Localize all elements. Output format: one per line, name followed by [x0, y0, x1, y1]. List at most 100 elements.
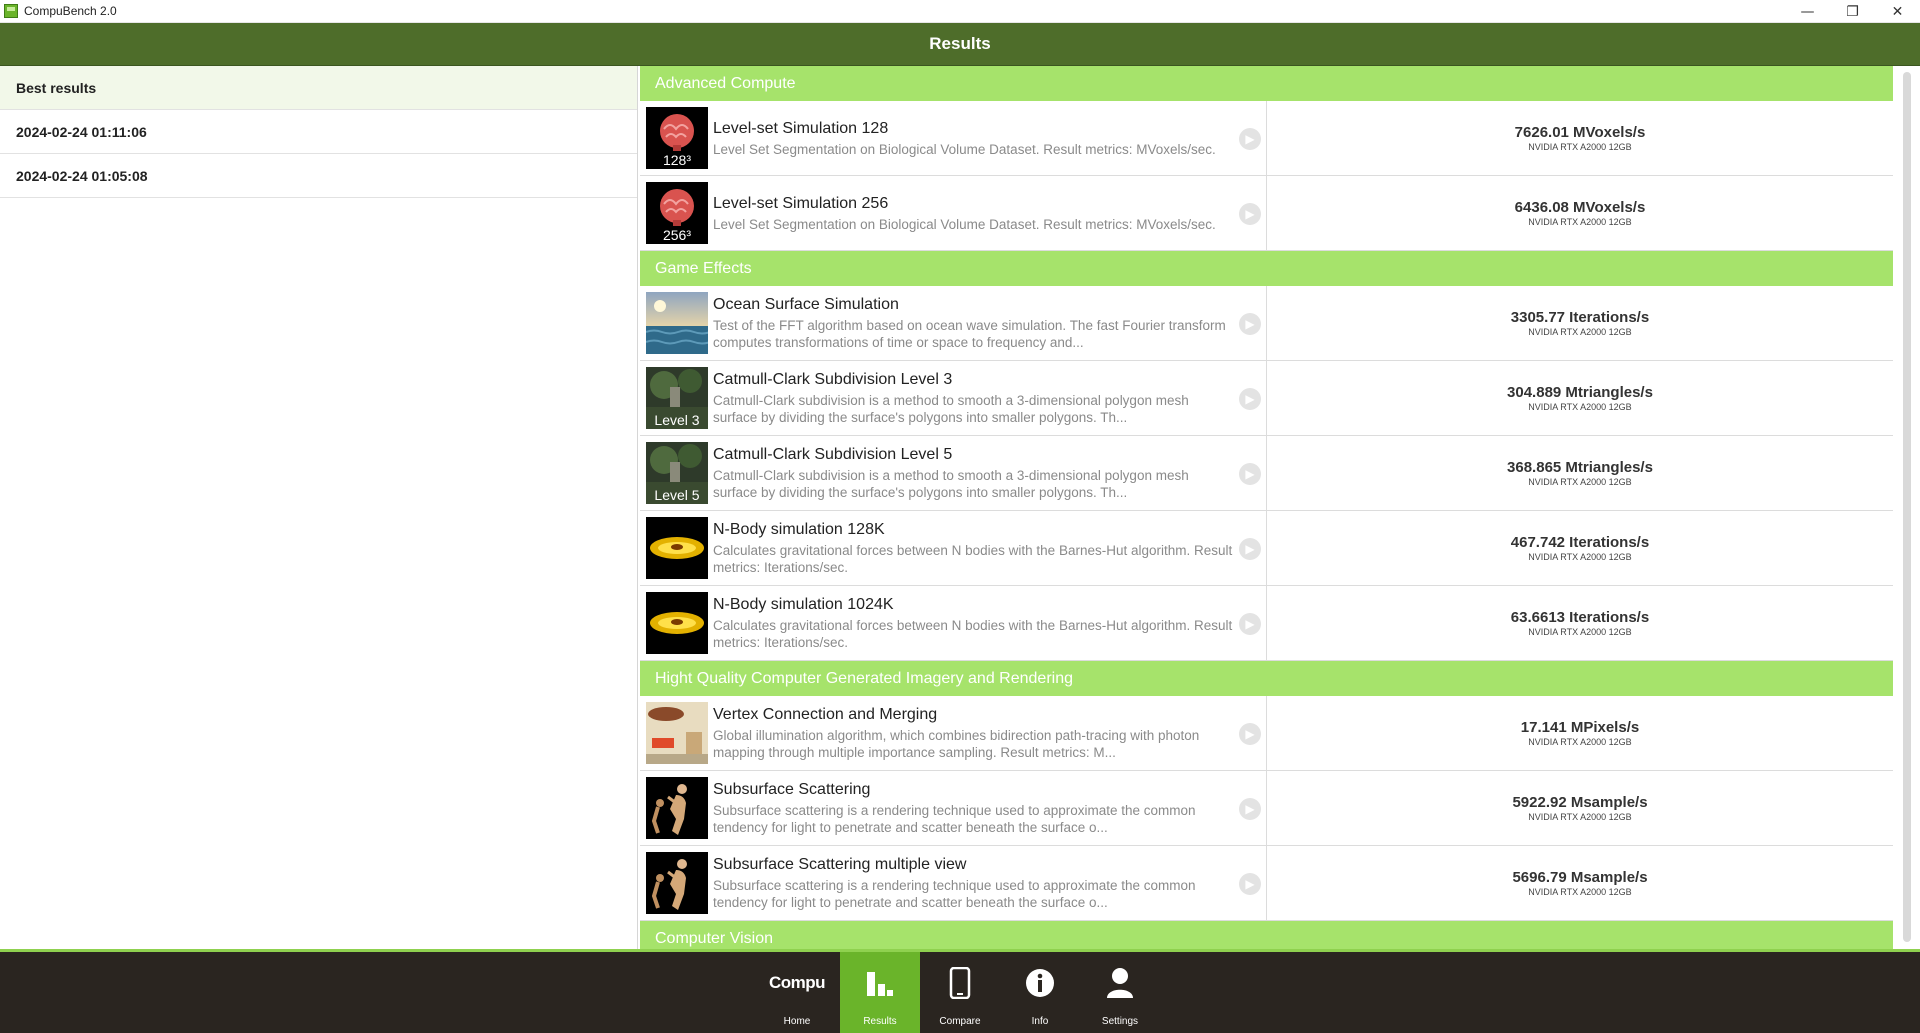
score-value: 5922.92 Msample/s [1512, 794, 1648, 811]
galaxy-icon [646, 517, 708, 579]
benchmark-description: Level Set Segmentation on Biological Vol… [713, 141, 1216, 157]
benchmark-cell: Ocean Surface Simulation Test of the FFT… [640, 286, 1267, 360]
score-cell: 304.889 Mtriangles/s NVIDIA RTX A2000 12… [1267, 361, 1893, 435]
device-name: NVIDIA RTX A2000 12GB [1528, 142, 1632, 152]
score-cell: 3305.77 Iterations/s NVIDIA RTX A2000 12… [1267, 286, 1893, 360]
result-row[interactable]: Ocean Surface Simulation Test of the FFT… [640, 286, 1893, 361]
forest-icon: Level 3 [646, 367, 708, 429]
window-titlebar: CompuBench 2.0 — ❐ ✕ [0, 0, 1920, 23]
result-row[interactable]: Level 5 Catmull-Clark Subdivision Level … [640, 436, 1893, 511]
nav-home[interactable]: Compu Home [757, 952, 837, 1033]
nav-settings-label: Settings [1101, 1016, 1139, 1027]
phone-icon [949, 966, 971, 1000]
result-row[interactable]: 256³ Level-set Simulation 256 Level Set … [640, 176, 1893, 251]
nav-info-label: Info [1031, 1016, 1049, 1027]
statue-icon [646, 777, 708, 839]
benchmark-description: Subsurface scattering is a rendering tec… [713, 803, 1196, 835]
chevron-right-icon[interactable]: ▶ [1239, 873, 1261, 895]
brain-icon: 128³ [646, 107, 708, 169]
device-name: NVIDIA RTX A2000 12GB [1528, 627, 1632, 637]
benchmark-cell: Vertex Connection and Merging Global ill… [640, 696, 1267, 770]
benchmark-info: Vertex Connection and Merging Global ill… [713, 705, 1233, 761]
benchmark-description: Subsurface scattering is a rendering tec… [713, 878, 1196, 910]
history-item[interactable]: 2024-02-24 01:05:08 [0, 154, 637, 198]
nav-settings[interactable]: Settings [1080, 952, 1160, 1033]
score-cell: 17.141 MPixels/s NVIDIA RTX A2000 12GB [1267, 696, 1893, 770]
result-row[interactable]: Level 3 Catmull-Clark Subdivision Level … [640, 361, 1893, 436]
nav-info[interactable]: Info [1000, 952, 1080, 1033]
benchmark-info: Level-set Simulation 128 Level Set Segme… [713, 119, 1233, 158]
galaxy-icon [646, 592, 708, 654]
close-button[interactable]: ✕ [1875, 0, 1920, 23]
ocean-icon [646, 292, 708, 354]
score-cell: 368.865 Mtriangles/s NVIDIA RTX A2000 12… [1267, 436, 1893, 510]
benchmark-info: Subsurface Scattering multiple view Subs… [713, 855, 1233, 911]
nav-results[interactable]: Results [840, 952, 920, 1033]
result-row[interactable]: 128³ Level-set Simulation 128 Level Set … [640, 101, 1893, 176]
benchmark-info: N-Body simulation 128K Calculates gravit… [713, 520, 1233, 576]
score-value: 3305.77 Iterations/s [1510, 309, 1650, 326]
benchmark-cell: N-Body simulation 128K Calculates gravit… [640, 511, 1267, 585]
result-row[interactable]: Subsurface Scattering Subsurface scatter… [640, 771, 1893, 846]
benchmark-description: Test of the FFT algorithm based on ocean… [713, 318, 1226, 350]
category-header: Game Effects [640, 251, 1893, 286]
benchmark-description: Calculates gravitational forces between … [713, 618, 1233, 650]
benchmark-name: Catmull-Clark Subdivision Level 5 [713, 446, 953, 463]
benchmark-name: Catmull-Clark Subdivision Level 3 [713, 371, 953, 388]
result-row[interactable]: N-Body simulation 1024K Calculates gravi… [640, 586, 1893, 661]
benchmark-cell: Level 3 Catmull-Clark Subdivision Level … [640, 361, 1267, 435]
thumb-label: 128³ [662, 152, 692, 168]
results-history-list: Best results 2024-02-24 01:11:06 2024-02… [0, 66, 638, 951]
brain-icon: 256³ [646, 182, 708, 244]
score-cell: 63.6613 Iterations/s NVIDIA RTX A2000 12… [1267, 586, 1893, 660]
minimize-button[interactable]: — [1785, 0, 1830, 23]
benchmark-info: Catmull-Clark Subdivision Level 5 Catmul… [713, 445, 1233, 501]
nav-compare[interactable]: Compare [920, 952, 1000, 1033]
score-value: 63.6613 Iterations/s [1510, 609, 1650, 626]
window-controls: — ❐ ✕ [1785, 0, 1920, 23]
scrollbar-thumb[interactable] [1903, 72, 1911, 942]
score-value: 6436.08 MVoxels/s [1514, 199, 1646, 216]
result-row[interactable]: Vertex Connection and Merging Global ill… [640, 696, 1893, 771]
info-icon [1025, 966, 1055, 1000]
forest-icon: Level 5 [646, 442, 708, 504]
thumb-label: 256³ [662, 227, 692, 243]
benchmark-description: Catmull-Clark subdivision is a method to… [713, 393, 1189, 425]
benchmark-name: Level-set Simulation 256 [713, 194, 889, 212]
score-cell: 6436.08 MVoxels/s NVIDIA RTX A2000 12GB [1267, 176, 1893, 250]
benchmark-info: Catmull-Clark Subdivision Level 3 Catmul… [713, 370, 1233, 426]
chevron-right-icon[interactable]: ▶ [1239, 613, 1261, 635]
benchmark-description: Global illumination algorithm, which com… [713, 728, 1200, 760]
benchmark-name: Ocean Surface Simulation [713, 296, 899, 313]
results-scrollbar[interactable] [1895, 66, 1920, 951]
page-title: Results [929, 34, 991, 53]
chevron-right-icon[interactable]: ▶ [1239, 313, 1261, 335]
chevron-right-icon[interactable]: ▶ [1239, 203, 1261, 225]
chevron-right-icon[interactable]: ▶ [1239, 798, 1261, 820]
result-row[interactable]: Subsurface Scattering multiple view Subs… [640, 846, 1893, 921]
restore-button[interactable]: ❐ [1830, 0, 1875, 23]
chevron-right-icon[interactable]: ▶ [1239, 723, 1261, 745]
history-item[interactable]: 2024-02-24 01:11:06 [0, 110, 637, 154]
device-name: NVIDIA RTX A2000 12GB [1528, 812, 1632, 822]
benchmark-description: Level Set Segmentation on Biological Vol… [713, 216, 1216, 232]
chevron-right-icon[interactable]: ▶ [1239, 388, 1261, 410]
history-item-best-results[interactable]: Best results [0, 66, 637, 110]
score-cell: 5922.92 Msample/s NVIDIA RTX A2000 12GB [1267, 771, 1893, 845]
scene-icon [646, 702, 708, 764]
chevron-right-icon[interactable]: ▶ [1239, 463, 1261, 485]
score-cell: 7626.01 MVoxels/s NVIDIA RTX A2000 12GB [1267, 101, 1893, 175]
benchmark-name: Vertex Connection and Merging [713, 706, 938, 723]
score-value: 304.889 Mtriangles/s [1507, 384, 1653, 401]
chevron-right-icon[interactable]: ▶ [1239, 128, 1261, 150]
page-header: Results [0, 23, 1920, 66]
benchmark-name: Level-set Simulation 128 [713, 119, 889, 137]
bottom-navigation: Compu Home Results Compare Info Settings [0, 952, 1920, 1033]
statue-icon [646, 852, 708, 914]
device-name: NVIDIA RTX A2000 12GB [1528, 402, 1632, 412]
benchmark-info: Subsurface Scattering Subsurface scatter… [713, 780, 1233, 836]
result-row[interactable]: N-Body simulation 128K Calculates gravit… [640, 511, 1893, 586]
window-title: CompuBench 2.0 [24, 4, 117, 18]
benchmark-cell: 128³ Level-set Simulation 128 Level Set … [640, 101, 1267, 175]
chevron-right-icon[interactable]: ▶ [1239, 538, 1261, 560]
